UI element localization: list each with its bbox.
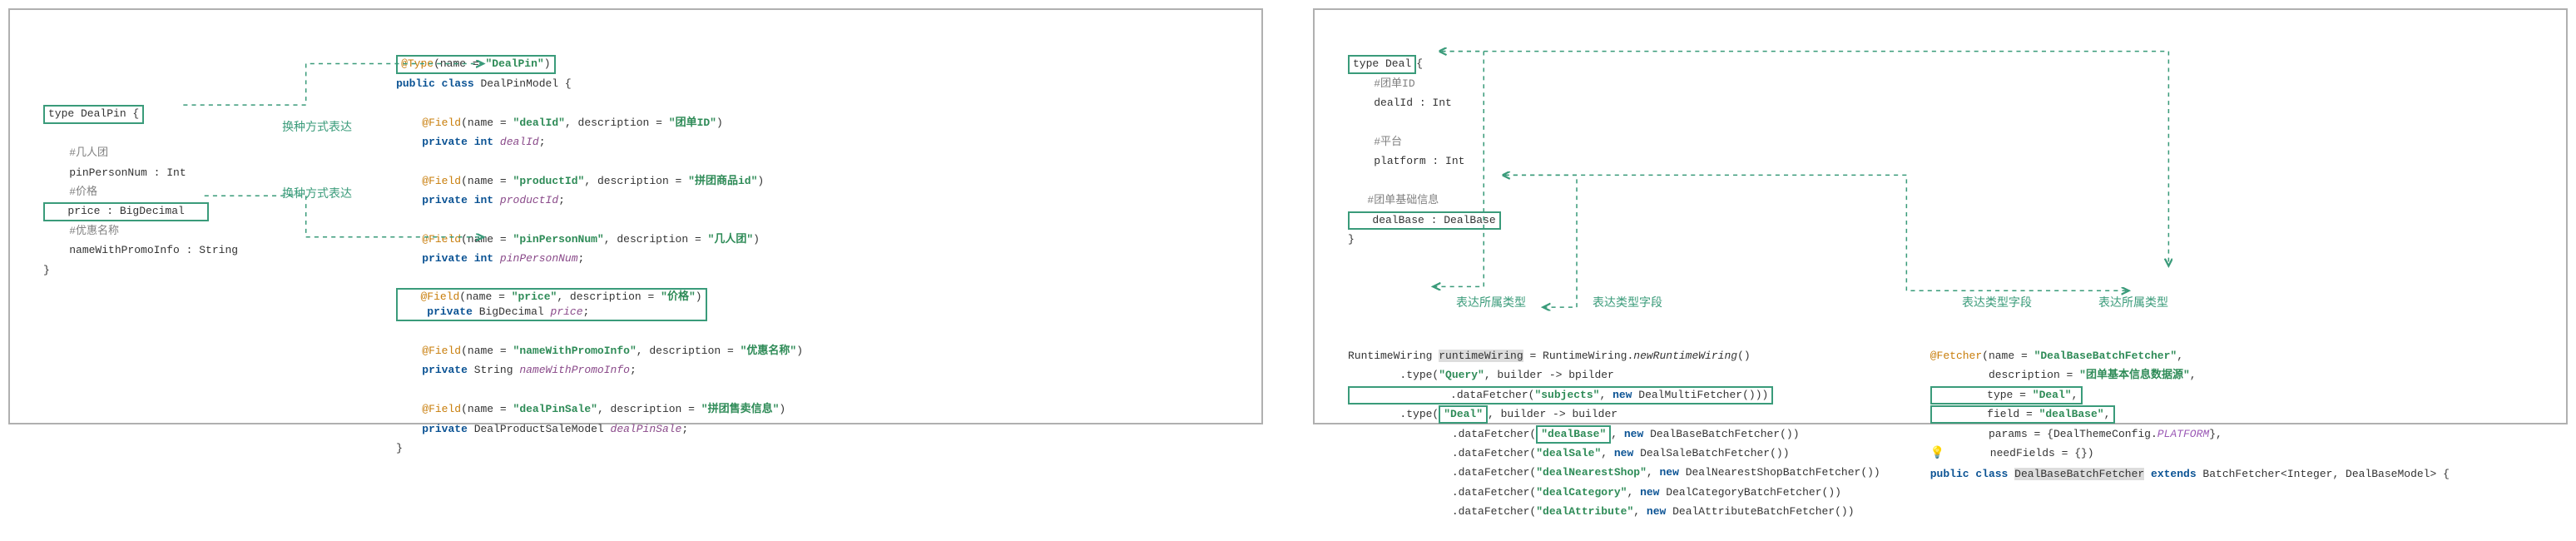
comment-platform: #平台: [1374, 136, 1402, 148]
schema-close: }: [43, 264, 50, 276]
fetcher-type-box: type = "Deal",: [1930, 386, 2083, 405]
label-belong-type-2: 表达所属类型: [2098, 294, 2168, 310]
comment-price: #价格: [69, 186, 97, 198]
field-price: price : BigDecimal: [67, 205, 184, 217]
field-dealbase: dealBase : DealBase: [1372, 214, 1495, 226]
left-panel: type DealPin { #几人团 pinPersonNum : Int #…: [8, 8, 1263, 424]
dealbase-key-box: "dealBase": [1536, 425, 1611, 444]
label-type-field-2: 表达类型字段: [1962, 294, 2032, 310]
deal-close: }: [1348, 233, 1355, 246]
deal-type-box: type Deal: [1348, 55, 1416, 73]
graphql-schema-block: type DealPin { #几人团 pinPersonNum : Int #…: [43, 35, 238, 299]
fetcher-anno-block: @Fetcher(name = "DealBaseBatchFetcher", …: [1930, 327, 2450, 504]
comment-dealid: #团单ID: [1374, 77, 1414, 90]
type-decl: type DealPin {: [48, 107, 139, 120]
price-java-box: @Field(name = "price", description = "价格…: [396, 288, 707, 321]
label-belong-type-1: 表达所属类型: [1456, 294, 1526, 310]
type-anno-box: @Type(name = "DealPin"): [396, 55, 555, 73]
comment-pinperson: #几人团: [69, 146, 108, 159]
runtime-wiring-block: RuntimeWiring runtimeWiring = RuntimeWir…: [1348, 327, 1880, 541]
field-promo: nameWithPromoInfo : String: [69, 244, 238, 256]
subjects-fetcher-box: .dataFetcher("subjects", new DealMultiFe…: [1348, 386, 1773, 405]
fetcher-field-box: field = "dealBase",: [1930, 405, 2116, 424]
right-panel: type Deal{ #团单ID dealId : Int #平台 platfo…: [1313, 8, 2568, 424]
comment-dealbase: #团单基础信息: [1367, 194, 1439, 206]
deal-schema-block: type Deal{ #团单ID dealId : Int #平台 platfo…: [1348, 35, 2533, 269]
price-field-box: price : BigDecimal: [43, 202, 209, 221]
java-model-block: @Type(name = "DealPin") public class Dea…: [396, 35, 803, 478]
arrow-label-2: 换种方式表达: [255, 135, 379, 201]
field-platform: platform : Int: [1374, 155, 1464, 167]
comment-promo: #优惠名称: [69, 225, 119, 237]
deal-type-wiring-box: "Deal": [1439, 405, 1488, 424]
field-dealid: dealId : Int: [1374, 97, 1452, 109]
dealbase-field-box: dealBase : DealBase: [1348, 211, 1501, 230]
lightbulb-icon[interactable]: 💡: [1930, 447, 1944, 460]
label-type-field-1: 表达类型字段: [1593, 294, 1662, 310]
arrow-label-1: 换种方式表达: [255, 35, 379, 135]
type-decl-box: type DealPin {: [43, 105, 144, 123]
field-pinperson: pinPersonNum : Int: [69, 166, 186, 179]
